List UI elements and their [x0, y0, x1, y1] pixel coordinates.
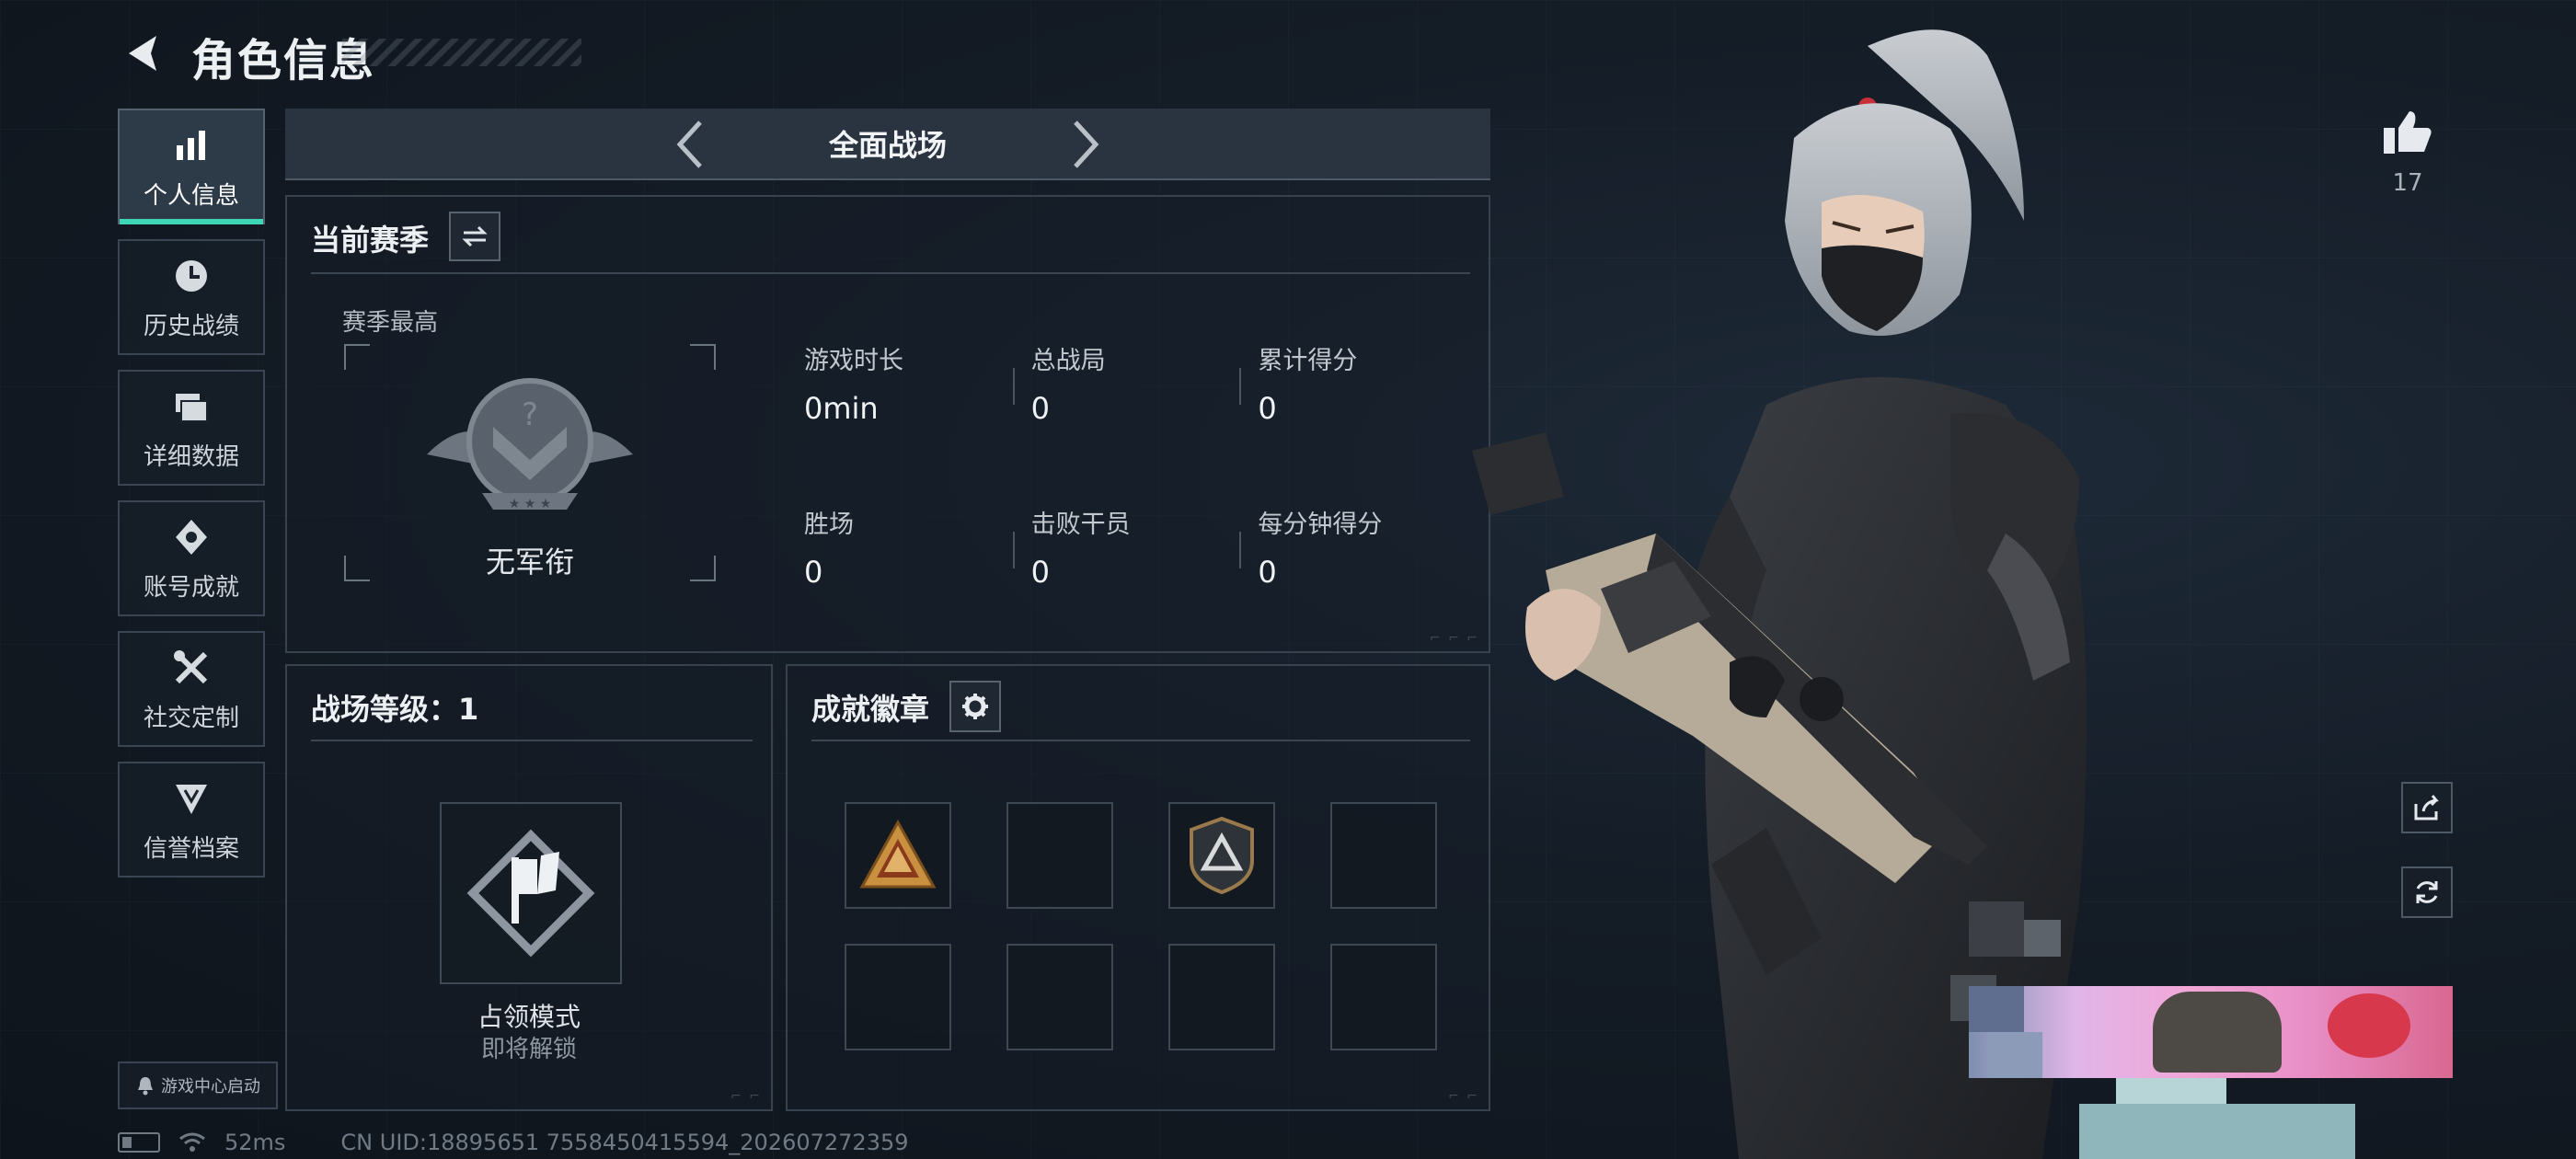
share-icon [2414, 795, 2439, 820]
badge-settings-button[interactable] [949, 681, 1001, 732]
folder-icon [169, 384, 213, 429]
mode-switcher: 全面战场 [285, 109, 1490, 180]
sidebar-item-achievements[interactable]: 账号成就 [118, 500, 265, 616]
mode-title: 全面战场 [828, 128, 947, 163]
status-bar: 52ms CN UID:18895651 7558450415594_20260… [118, 1130, 909, 1155]
sidebar-item-history[interactable]: 历史战绩 [118, 239, 265, 355]
capture-mode-name: 占领模式 [477, 1002, 581, 1032]
sidebar: 个人信息 历史战绩 详细数据 账号成就 社交定制 信誉档案 [118, 109, 265, 892]
battlefield-level-title: 战场等级：1 [311, 692, 479, 727]
chevron-right-icon [1074, 120, 1099, 168]
badge-slot[interactable] [845, 802, 951, 909]
sidebar-item-reputation[interactable]: 信誉档案 [118, 762, 265, 878]
history-clock-icon [169, 254, 213, 298]
divider [311, 740, 753, 741]
chevron-left-icon [676, 120, 702, 168]
stat-label: 总战局 [1030, 347, 1106, 375]
refresh-button[interactable] [2401, 866, 2453, 918]
badge-slot[interactable] [1168, 802, 1275, 909]
stat-label: 击败干员 [1030, 511, 1131, 539]
share-button[interactable] [2401, 782, 2453, 833]
previous-mode-button[interactable] [662, 118, 718, 171]
sidebar-item-social[interactable]: 社交定制 [118, 631, 265, 747]
current-season-panel: 当前赛季 赛季最高 ? ★ ★ ★ 无军衔 游戏时长 0min 总战局 0 累计… [285, 195, 1490, 653]
sidebar-item-label: 账号成就 [143, 573, 239, 602]
game-center-launch-button[interactable]: 游戏中心启动 [118, 1061, 278, 1109]
badge-slot-empty[interactable] [1330, 944, 1437, 1050]
stat-label: 胜场 [804, 511, 854, 539]
stat-operators-defeated: 击败干员 0 [1012, 504, 1246, 603]
sidebar-item-personal-info[interactable]: 个人信息 [118, 109, 265, 224]
rank-name: 无军衔 [485, 545, 574, 580]
tools-icon [169, 646, 213, 690]
season-title: 当前赛季 [311, 223, 430, 258]
stat-value: 0 [1030, 555, 1051, 590]
achievement-icon [169, 515, 213, 559]
svg-text:★ ★ ★: ★ ★ ★ [509, 497, 552, 511]
stat-wins: 胜场 0 [791, 504, 1018, 603]
back-button[interactable] [118, 28, 164, 79]
rank-emblem-icon: ? ★ ★ ★ [427, 378, 633, 511]
swap-icon [462, 225, 488, 247]
corner-decoration: ⌐ ⌐ [730, 1089, 762, 1104]
bar-chart-icon [169, 123, 213, 167]
like-count: 17 [2392, 169, 2423, 197]
stat-total-matches: 总战局 0 [1012, 340, 1246, 440]
bell-icon [138, 1077, 153, 1096]
sidebar-item-label: 社交定制 [143, 704, 239, 732]
thumbs-up-icon [2384, 111, 2432, 154]
refresh-icon [2416, 881, 2438, 903]
uid-text: CN UID:18895651 7558450415594_2026072723… [340, 1130, 909, 1155]
season-stats: 游戏时长 0min 总战局 0 累计得分 0 胜场 0 击败干员 0 每分钟得分… [791, 340, 1472, 603]
badge-slot-empty[interactable] [1330, 802, 1437, 909]
stat-value: 0 [804, 555, 823, 590]
badge-grid [845, 802, 1437, 1050]
badge-slot-empty[interactable] [1006, 802, 1113, 909]
stat-label: 游戏时长 [804, 347, 903, 375]
sidebar-item-label: 信誉档案 [143, 834, 239, 863]
wifi-icon [179, 1132, 205, 1152]
badge-slot-empty[interactable] [845, 944, 951, 1050]
warning-triangle-badge-icon [859, 819, 937, 889]
promo-banner[interactable] [1969, 986, 2453, 1078]
sidebar-item-label: 个人信息 [143, 181, 239, 210]
divider [811, 740, 1470, 741]
badges-title: 成就徽章 [811, 692, 930, 727]
shield-triangle-badge-icon [1190, 816, 1254, 895]
divider [311, 272, 1470, 274]
ping-value: 52ms [224, 1130, 286, 1155]
gear-icon [962, 694, 988, 719]
game-center-label: 游戏中心启动 [161, 1077, 260, 1096]
sidebar-item-label: 详细数据 [143, 442, 239, 471]
sidebar-item-details[interactable]: 详细数据 [118, 370, 265, 486]
battery-icon [118, 1132, 160, 1153]
stat-play-time: 游戏时长 0min [791, 340, 1018, 440]
next-mode-button[interactable] [1058, 118, 1113, 171]
battlefield-level-panel: 战场等级：1 占领模式 即将解锁 ⌐ ⌐ [285, 664, 773, 1111]
capture-flag-icon [466, 829, 595, 958]
capture-mode-status: 即将解锁 [480, 1036, 577, 1063]
season-best-label: 赛季最高 [342, 309, 439, 337]
like-button[interactable] [2377, 101, 2438, 162]
badge-slot-empty[interactable] [1168, 944, 1275, 1050]
title-decoration [342, 39, 581, 66]
stat-value: 0 [1030, 391, 1051, 426]
reputation-icon [169, 776, 213, 820]
stat-value: 0min [804, 391, 879, 426]
season-switch-button[interactable] [449, 212, 500, 261]
svg-text:?: ? [522, 396, 538, 433]
back-arrow-icon [129, 36, 156, 71]
capture-mode-card[interactable] [440, 802, 622, 984]
achievement-badges-panel: 成就徽章 ⌐ ⌐ [786, 664, 1490, 1111]
sidebar-item-label: 历史战绩 [143, 312, 239, 340]
badge-slot-empty[interactable] [1006, 944, 1113, 1050]
